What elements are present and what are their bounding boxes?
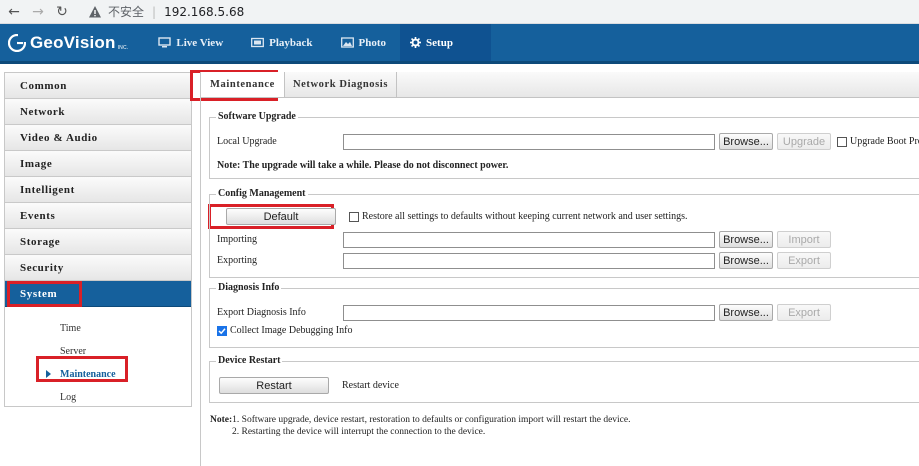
brand-sub: INC. [117, 44, 129, 51]
monitor-icon [158, 37, 172, 48]
local-upgrade-file-input[interactable] [343, 133, 715, 150]
footer-note-line-1: 1. Software upgrade, device restart, res… [232, 415, 631, 425]
url-separator: | [152, 4, 157, 19]
tab-setup-label: Setup [426, 36, 453, 49]
logo-g-icon [8, 33, 26, 52]
forward-arrow-icon[interactable]: → [26, 0, 50, 24]
sidebar-item-storage[interactable]: Storage [5, 229, 191, 255]
upgrade-boot-program-checkbox[interactable] [837, 136, 847, 147]
exporting-label: Exporting [217, 255, 257, 266]
config-management-section: Config Management Default Restore all se… [209, 188, 919, 278]
upgrade-note: Note: The upgrade will take a while. Ple… [217, 160, 509, 171]
collect-image-debugging-label: Collect Image Debugging Info [230, 325, 353, 336]
footer-note-line-2-wrap: 2. Restarting the device will interrupt … [232, 427, 485, 437]
triangle-right-icon [46, 370, 51, 378]
tab-network-diagnosis[interactable]: Network Diagnosis [285, 72, 398, 97]
diagnosis-info-section: Diagnosis Info Export Diagnosis Info Bro… [209, 282, 919, 348]
sidebar-item-intelligent[interactable]: Intelligent [5, 177, 191, 203]
footer-note-line-2: 2. Restarting the device will interrupt … [232, 427, 486, 437]
sidebar-item-video-audio[interactable]: Video & Audio [5, 125, 191, 151]
local-upgrade-label: Local Upgrade [217, 136, 277, 147]
config-management-title: Config Management [216, 188, 308, 199]
restore-defaults-label: Restore all settings to defaults without… [362, 211, 688, 222]
footer-note: Note:1. Software upgrade, device restart… [210, 415, 631, 425]
sidebar-item-security[interactable]: Security [5, 255, 191, 281]
importing-label: Importing [217, 234, 257, 245]
tab-setup[interactable]: Setup [400, 24, 491, 61]
tab-photo[interactable]: Photo [327, 24, 401, 61]
reload-icon[interactable]: ↻ [50, 0, 74, 24]
film-icon [251, 37, 265, 48]
device-restart-section: Device Restart Restart Restart device [209, 355, 919, 403]
gear-icon [410, 37, 422, 48]
restart-button[interactable]: Restart [219, 377, 329, 394]
url-text: 192.168.5.68 [164, 4, 245, 19]
system-submenu: Time Server Maintenance Log [5, 307, 191, 409]
tab-playback-label: Playback [269, 36, 313, 49]
tab-maintenance[interactable]: Maintenance [201, 72, 285, 97]
checkmark-icon [218, 327, 226, 334]
upgrade-button[interactable]: Upgrade [777, 133, 831, 150]
sidebar-item-events[interactable]: Events [5, 203, 191, 229]
import-browse-button[interactable]: Browse... [719, 231, 773, 248]
top-navigation: Live View Playback Photo Setup [144, 24, 491, 61]
brand-name: GeoVision [30, 32, 116, 52]
exporting-file-input[interactable] [343, 252, 715, 269]
footer-note-prefix: Note: [210, 415, 233, 425]
sidebar: Common Network Video & Audio Image Intel… [4, 72, 192, 407]
main-content: Maintenance Network Diagnosis Software U… [200, 72, 919, 466]
software-upgrade-section: Software Upgrade Local Upgrade Browse...… [209, 111, 919, 179]
submenu-item-maintenance-label: Maintenance [60, 369, 116, 380]
tab-live-view-label: Live View [176, 36, 224, 49]
software-upgrade-title: Software Upgrade [216, 111, 298, 122]
tab-photo-label: Photo [358, 36, 387, 49]
tab-playback[interactable]: Playback [237, 24, 326, 61]
default-button[interactable]: Default [226, 208, 336, 225]
importing-file-input[interactable] [343, 231, 715, 248]
browser-toolbar: ← → ↻ 不安全 | 192.168.5.68 [0, 0, 919, 24]
geovision-logo: GeoVision INC. [8, 33, 128, 53]
sidebar-item-network[interactable]: Network [5, 99, 191, 125]
app-header: GeoVision INC. Live View Playback Photo … [0, 24, 919, 64]
diagnosis-file-input[interactable] [343, 304, 715, 321]
restart-description: Restart device [342, 380, 399, 391]
upgrade-boot-program-label: Upgrade Boot Prog [850, 136, 919, 147]
subtab-bar: Maintenance Network Diagnosis [201, 72, 919, 98]
restore-defaults-checkbox[interactable] [349, 211, 359, 222]
export-diagnosis-button[interactable]: Export [777, 304, 831, 321]
collect-image-debugging-checkbox[interactable] [217, 325, 227, 336]
export-config-button[interactable]: Export [777, 252, 831, 269]
diagnosis-browse-button[interactable]: Browse... [719, 304, 773, 321]
submenu-item-server[interactable]: Server [5, 340, 191, 363]
warning-icon [88, 5, 102, 19]
sidebar-item-system[interactable]: System [5, 281, 191, 307]
export-browse-button[interactable]: Browse... [719, 252, 773, 269]
import-button[interactable]: Import [777, 231, 831, 248]
photo-icon [340, 37, 354, 48]
back-arrow-icon[interactable]: ← [2, 0, 26, 24]
sidebar-item-common[interactable]: Common [5, 73, 191, 99]
insecure-label: 不安全 [108, 5, 145, 19]
submenu-item-log[interactable]: Log [5, 386, 191, 409]
sidebar-item-image[interactable]: Image [5, 151, 191, 177]
tab-live-view[interactable]: Live View [144, 24, 237, 61]
diagnosis-info-title: Diagnosis Info [216, 282, 282, 293]
submenu-item-maintenance[interactable]: Maintenance [5, 363, 191, 386]
device-restart-title: Device Restart [216, 355, 283, 366]
submenu-item-time[interactable]: Time [5, 317, 191, 340]
upgrade-browse-button[interactable]: Browse... [719, 133, 773, 150]
export-diagnosis-label: Export Diagnosis Info [217, 307, 306, 318]
address-bar[interactable]: 不安全 | 192.168.5.68 [88, 3, 244, 20]
